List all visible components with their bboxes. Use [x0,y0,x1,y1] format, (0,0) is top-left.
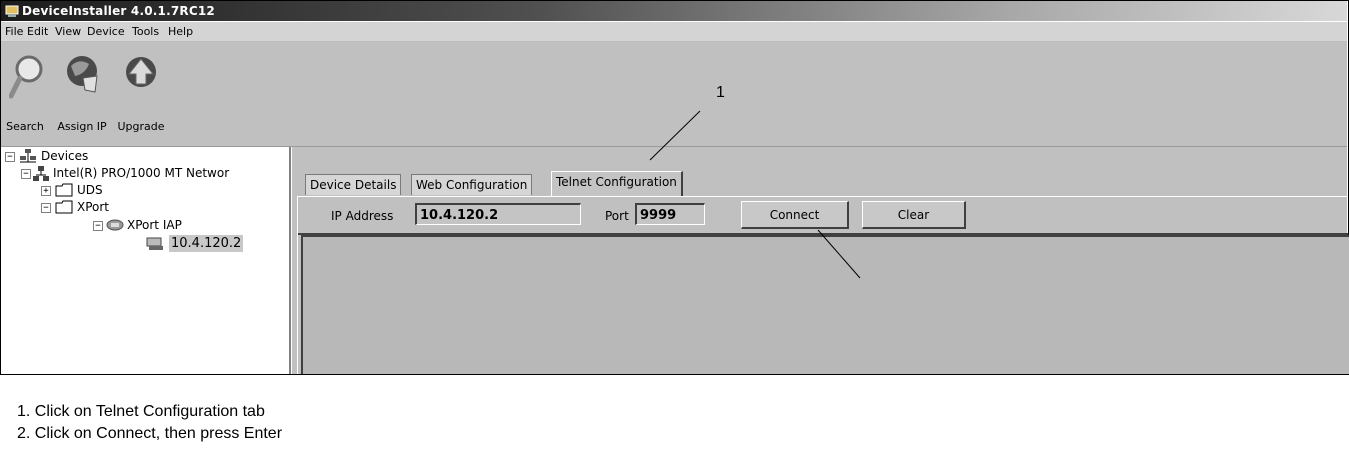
toolbar: Search Assign IP Upgrade [1,42,1347,147]
upgrade-globe-icon [126,57,156,87]
tree-label-xport: XPort [77,200,110,214]
port-label: Port [605,209,629,223]
search-icon [9,55,43,99]
assign-ip-button[interactable]: Assign IP [53,42,111,142]
connect-button[interactable]: Connect [741,201,849,229]
upgrade-button[interactable]: Upgrade [115,42,167,142]
globe-icon [67,56,98,93]
device-tree[interactable]: − Devices − Intel(R) PRO/1000 MT Networ … [1,147,291,374]
collapse-icon[interactable]: − [21,169,31,179]
telnet-terminal-area[interactable] [301,235,1349,377]
menu-edit[interactable]: Edit [25,22,50,41]
tree-label-devices: Devices [41,149,89,163]
device-icon [146,237,163,250]
menu-file[interactable]: File [3,22,25,41]
note-2: 2. Click on Connect, then press Enter [17,425,283,442]
menu-bar: File Edit View Device Tools Help [1,22,1347,42]
menu-view[interactable]: View [53,22,83,41]
instruction-notes: 1. Click on Telnet Configuration tab 2. … [0,374,1349,458]
adapter-icon [33,166,49,181]
tab-device-details[interactable]: Device Details [305,174,402,195]
note-1: 1. Click on Telnet Configuration tab [17,403,265,420]
port-field[interactable]: 9999 [635,203,705,225]
tab-telnet-configuration[interactable]: Telnet Configuration [551,171,683,197]
menu-tools[interactable]: Tools [130,22,161,41]
device-type-icon [106,219,124,231]
collapse-icon[interactable]: − [5,152,15,162]
folder-icon [55,183,73,197]
tree-label-device-ip: 10.4.120.2 [169,235,244,252]
callout-1-number: 1 [716,84,725,101]
assign-ip-label: Assign IP [57,120,107,133]
folder-icon [55,200,73,214]
tree-label-uds: UDS [77,183,103,197]
menu-help[interactable]: Help [166,22,195,41]
tree-label-xport-iap: XPort IAP [127,218,182,232]
connection-bar: IP Address 10.4.120.2 Port 9999 Connect … [298,197,1348,235]
details-pane: Device Details Web Configuration Telnet … [292,147,1349,377]
upgrade-label: Upgrade [117,120,165,133]
window-title: DeviceInstaller 4.0.1.7RC12 [22,4,215,18]
app-icon [5,5,19,17]
tree-label-adapter: Intel(R) PRO/1000 MT Networ [53,166,230,180]
search-button[interactable]: Search [3,42,47,142]
clear-button[interactable]: Clear [862,201,966,229]
menu-device[interactable]: Device [85,22,127,41]
collapse-icon[interactable]: − [41,203,51,213]
search-label: Search [6,120,44,133]
title-bar: DeviceInstaller 4.0.1.7RC12 [1,1,1347,21]
tab-web-configuration[interactable]: Web Configuration [411,174,533,195]
ip-address-label: IP Address [331,209,394,223]
collapse-icon[interactable]: − [93,221,103,231]
network-icon [20,149,36,163]
telnet-panel: IP Address 10.4.120.2 Port 9999 Connect … [297,196,1349,377]
ip-address-field[interactable]: 10.4.120.2 [415,203,581,225]
expand-icon[interactable]: + [41,186,51,196]
